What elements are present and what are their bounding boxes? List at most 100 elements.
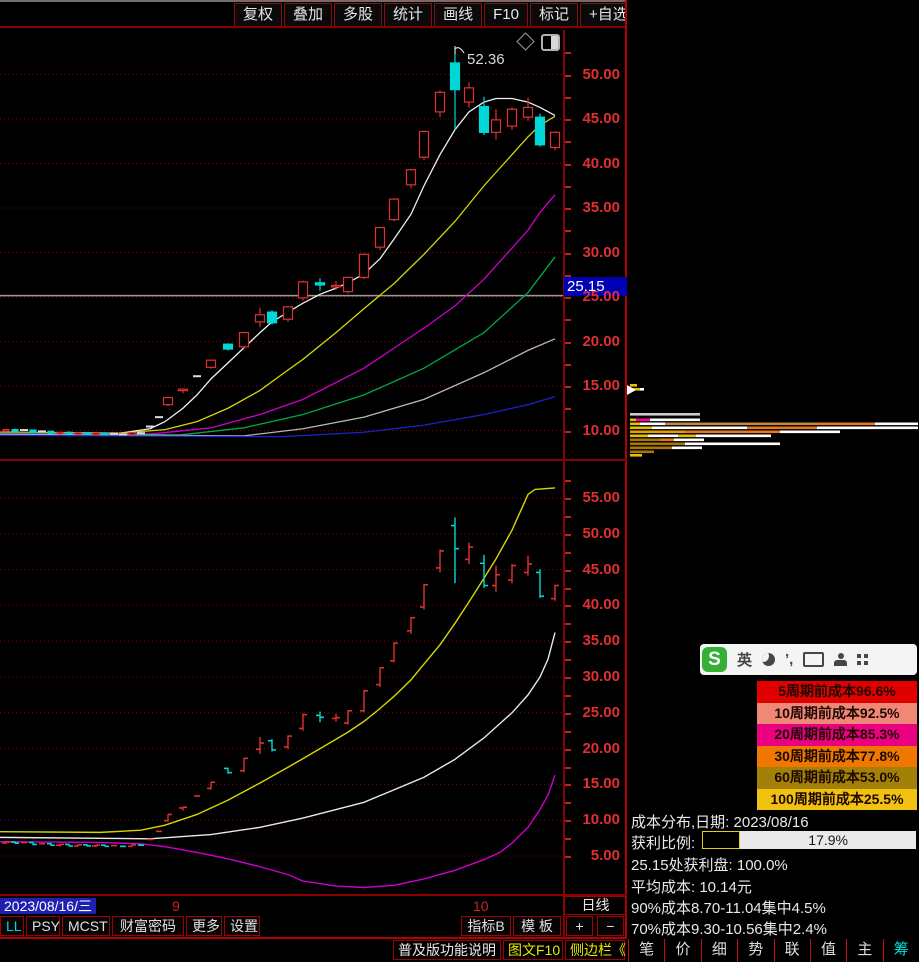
lower-axis-tick-label: 30.00 [566,669,620,685]
main-axis-tick-label: 35.00 [566,200,620,216]
ma-line-ma-20 [0,195,555,434]
lower-axis-tick-label: 50.00 [566,526,620,542]
lower-axis-tick [565,498,571,500]
legend-row: 10周期前成本92.5% [757,703,917,725]
main-axis-tick-label: 50.00 [566,67,620,83]
main-axis-tick [565,297,571,299]
lower-axis-tick-label: 55.00 [566,490,620,506]
main-axis-tick [565,164,571,166]
view-tab-价[interactable]: 价 [664,939,700,962]
month-label-9: 9 [172,898,180,914]
punctuation-icon[interactable]: ’, [785,651,793,668]
main-axis-tick-label: 20.00 [566,334,620,350]
ime-toolbar[interactable]: S 英 ’, [700,644,917,675]
main-axis-tick [565,230,571,232]
main-axis-tick [565,275,571,277]
toolbar-button-指标B[interactable]: 指标B [461,916,511,936]
main-axis-tick [565,141,571,143]
main-axis-tick [565,75,571,77]
indicator-tab-财富密码[interactable]: 财富密码 [112,916,184,936]
menu-button-复权[interactable]: 复权 [234,3,282,27]
indicator-tab-MCST[interactable]: MCST [62,916,110,936]
mcst-indicator-chart[interactable] [0,461,563,895]
ma-line-ma-60 [0,339,555,436]
toolbar-button-模 板[interactable]: 模 板 [513,916,561,936]
layout-toggle-icon[interactable] [541,34,560,51]
legend-row: 60周期前成本53.0% [757,767,917,789]
view-tab-联[interactable]: 联 [774,939,810,962]
quote-view-tabs: 笔价细势联值主筹 [628,939,919,962]
cost-stat-line: 25.15处获利盘: 100.0% [631,854,788,875]
lower-axis-tick-label: 45.00 [566,562,620,578]
indicator-tab-LL[interactable]: LL [0,916,24,936]
lower-axis-tick [565,516,571,518]
user-icon[interactable] [834,653,847,666]
lower-axis-tick-label: 20.00 [566,741,620,757]
main-axis-tick [565,119,571,121]
view-tab-细[interactable]: 细 [701,939,737,962]
main-axis-tick [565,253,571,255]
menu-button-标记[interactable]: 标记 [530,3,578,27]
lower-axis-tick [565,695,571,697]
lower-axis-tick [565,534,571,536]
view-tab-筹[interactable]: 筹 [883,939,919,962]
menu-button-统计[interactable]: 统计 [384,3,432,27]
indicator-tab-设置[interactable]: 设置 [224,916,260,936]
legend-row: 30周期前成本77.8% [757,746,917,768]
indicator-line-mcst-slow [0,633,555,839]
profit-ratio-label: 获利比例: [631,832,695,853]
indicator-tab-更多[interactable]: 更多 [186,916,222,936]
menu-button-多股[interactable]: 多股 [334,3,382,27]
menu-grid-icon[interactable] [857,654,868,665]
main-axis-tick-label: 45.00 [566,111,620,127]
menu-button-叠加[interactable]: 叠加 [284,3,332,27]
main-axis-tick-label: 40.00 [566,156,620,172]
legend-row: 5周期前成本96.6% [757,681,917,703]
indicator-tab-PSY[interactable]: PSY [26,916,60,936]
keyboard-icon[interactable] [803,652,824,667]
main-axis-tick [565,97,571,99]
status-button-普及版功能说明[interactable]: 普及版功能说明 [393,940,501,960]
lower-axis-tick [565,856,571,858]
trading-app-window: 复权叠加多股统计画线F10标记+自选返回 002855 捷荣技术 52.36 2… [0,0,919,962]
high-price-annotation: 52.36 [467,51,505,68]
chip-distribution-chart [628,372,919,472]
axis-left-border [563,30,565,937]
lower-axis-tick [565,838,571,840]
toolbar-button-−[interactable]: − [597,916,624,936]
moon-icon[interactable] [762,653,775,666]
main-axis-tick [565,431,571,433]
status-button-侧边栏《[interactable]: 侧边栏《 [565,940,625,960]
menu-button-F10[interactable]: F10 [484,3,528,27]
period-label[interactable]: 日线 [564,896,627,915]
toolbar-button-+[interactable]: + [566,916,593,936]
lower-axis-tick-label: 5.00 [566,848,620,864]
lower-axis-tick-label: 35.00 [566,633,620,649]
price-cursor-arrow-icon [627,385,636,395]
menu-underline [0,26,627,28]
main-axis-tick [565,186,571,188]
lower-axis-tick-label: 40.00 [566,597,620,613]
lower-axis-tick [565,552,571,554]
lower-axis-tick [565,623,571,625]
menu-button-画线[interactable]: 画线 [434,3,482,27]
view-tab-主[interactable]: 主 [846,939,882,962]
indicator-line-mcst-fast [0,488,555,832]
view-tab-势[interactable]: 势 [737,939,773,962]
view-tab-值[interactable]: 值 [810,939,846,962]
main-axis-tick-label: 30.00 [566,245,620,261]
lower-axis-tick-label: 15.00 [566,776,620,792]
lower-axis-tick [565,605,571,607]
status-button-图文F10[interactable]: 图文F10 [503,940,563,960]
ime-logo-icon[interactable]: S [702,647,727,672]
cursor-date-label: 2023/08/16/三 [0,898,96,914]
lower-axis-tick [565,480,571,482]
legend-row: 100周期前成本25.5% [757,789,917,811]
main-candlestick-chart[interactable]: 52.36 [0,30,563,460]
ma-line-ma-120 [0,397,555,437]
cost-legend: 5周期前成本96.6%10周期前成本92.5%20周期前成本85.3%30周期前… [757,681,917,810]
ime-language-toggle[interactable]: 英 [737,649,752,670]
main-axis-tick [565,52,571,54]
view-tab-笔[interactable]: 笔 [628,939,664,962]
lower-axis-tick-label: 10.00 [566,812,620,828]
